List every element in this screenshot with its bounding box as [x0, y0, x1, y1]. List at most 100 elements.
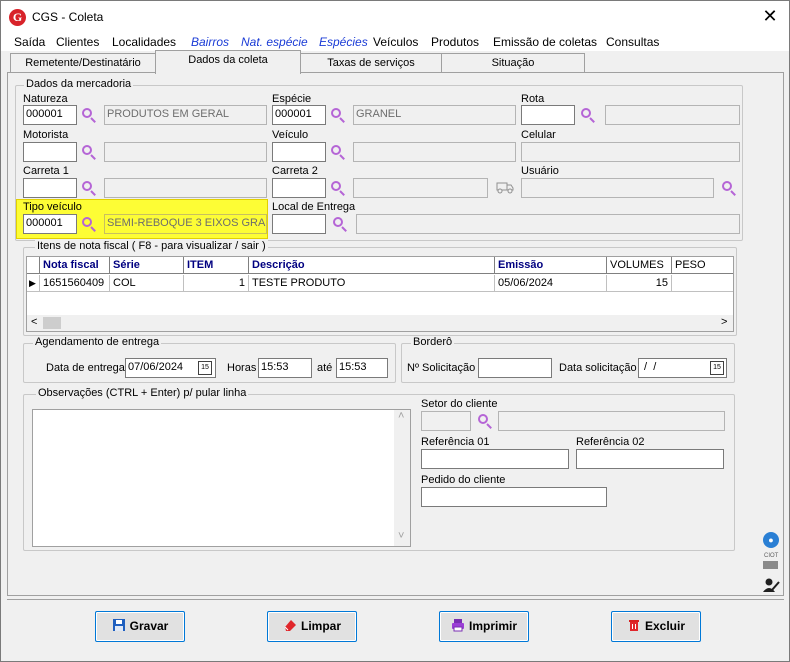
itens-horizontal-scrollbar[interactable]: < > — [27, 315, 733, 331]
itens-grid[interactable]: Nota fiscal Série ITEM Descrição Emissão… — [26, 256, 734, 332]
solicitacao-label: Nº Solicitação — [407, 362, 476, 374]
agendamento-group-title: Agendamento de entrega — [33, 336, 162, 348]
ciot-card-icon[interactable] — [763, 561, 778, 569]
menu-clientes[interactable]: Clientes — [56, 35, 99, 49]
tab-remetente-destinatario[interactable]: Remetente/Destinatário — [10, 53, 156, 73]
itens-group-title: Itens de nota fiscal ( F8 - para visuali… — [35, 240, 268, 252]
limpar-label: Limpar — [300, 619, 341, 633]
row-marker-icon: ▶ — [27, 275, 40, 292]
carreta2-code-input[interactable] — [272, 178, 326, 198]
carreta1-desc-input — [104, 178, 267, 198]
imprimir-button[interactable]: Imprimir — [439, 611, 529, 642]
observacoes-vertical-scrollbar[interactable]: ˄ ˅ — [394, 410, 410, 546]
excluir-label: Excluir — [644, 619, 686, 633]
gravar-button[interactable]: Gravar — [95, 611, 185, 642]
pedido-cliente-input[interactable] — [421, 487, 607, 507]
menu-consultas[interactable]: Consultas — [606, 35, 659, 49]
natureza-code-input[interactable]: 000001 — [23, 105, 77, 125]
menu-produtos[interactable]: Produtos — [431, 35, 479, 49]
menu-bairros[interactable]: Bairros — [191, 35, 229, 49]
menu-especies[interactable]: Espécies — [319, 35, 368, 49]
setor-cliente-label: Setor do cliente — [421, 398, 498, 410]
user-edit-icon[interactable] — [762, 577, 780, 593]
close-icon[interactable]: ✕ — [759, 5, 781, 27]
tipo-veiculo-code-input[interactable]: 000001 — [23, 214, 77, 234]
local-entrega-search-icon[interactable] — [332, 216, 348, 232]
cell-peso — [672, 275, 733, 292]
observacoes-group-title: Observações (CTRL + Enter) p/ pular linh… — [36, 387, 249, 399]
tab-situacao[interactable]: Situação — [441, 53, 585, 73]
col-descricao[interactable]: Descrição — [249, 257, 495, 274]
natureza-label: Natureza — [23, 93, 68, 105]
menu-veiculos[interactable]: Veículos — [373, 35, 418, 49]
limpar-button[interactable]: Limpar — [267, 611, 357, 642]
coleta-window: G CGS - Coleta ✕ Saída Clientes Localida… — [0, 0, 790, 662]
solicitacao-input[interactable] — [478, 358, 552, 378]
ate-input[interactable]: 15:53 — [336, 358, 388, 378]
tipo-veiculo-desc-input: SEMI-REBOQUE 3 EIXOS GRAN — [104, 214, 267, 234]
referencia01-input[interactable] — [421, 449, 569, 469]
setor-cliente-desc-input — [498, 411, 725, 431]
printer-icon — [451, 619, 464, 632]
col-serie[interactable]: Série — [110, 257, 184, 274]
rota-code-input[interactable] — [521, 105, 575, 125]
data-solicitacao-calendar-icon[interactable]: 15 — [710, 361, 724, 375]
col-emissao[interactable]: Emissão — [495, 257, 607, 274]
veiculo-search-icon[interactable] — [330, 144, 346, 160]
motorista-code-input[interactable] — [23, 142, 77, 162]
horas-label: Horas — [227, 362, 257, 374]
tab-taxas-de-servicos[interactable]: Taxas de serviços — [300, 53, 442, 73]
celular-input — [521, 142, 740, 162]
col-peso[interactable]: PESO — [672, 257, 733, 274]
setor-cliente-search-icon[interactable] — [477, 413, 493, 429]
tipo-veiculo-label: Tipo veículo — [23, 201, 82, 213]
tipo-veiculo-search-icon[interactable] — [81, 216, 97, 232]
trash-icon — [628, 620, 639, 631]
natureza-search-icon[interactable] — [81, 107, 97, 123]
veiculo-label: Veículo — [272, 129, 309, 141]
cell-descricao: TESTE PRODUTO — [249, 275, 495, 292]
usuario-search-icon[interactable] — [721, 180, 737, 196]
observacoes-textarea[interactable]: ˄ ˅ — [32, 409, 411, 547]
menu-emissao-coletas[interactable]: Emissão de coletas — [493, 35, 597, 49]
carreta1-code-input[interactable] — [23, 178, 77, 198]
col-volumes[interactable]: VOLUMES — [607, 257, 672, 274]
motorista-desc-input — [104, 142, 267, 162]
horas-input[interactable]: 15:53 — [258, 358, 312, 378]
especie-desc-input: GRANEL — [353, 105, 516, 125]
local-entrega-code-input[interactable] — [272, 214, 326, 234]
excluir-button[interactable]: Excluir — [611, 611, 701, 642]
col-nota-fiscal[interactable]: Nota fiscal — [40, 257, 110, 274]
referencia02-input[interactable] — [576, 449, 724, 469]
carreta2-search-icon[interactable] — [330, 180, 346, 196]
mercadoria-group-title: Dados da mercadoria — [24, 78, 134, 90]
truck-icon[interactable] — [496, 180, 514, 194]
scroll-left-icon[interactable]: < — [31, 316, 37, 328]
menu-localidades[interactable]: Localidades — [112, 35, 176, 49]
scroll-right-icon[interactable]: > — [721, 316, 727, 328]
app-logo-icon: G — [9, 9, 26, 26]
bottom-divider — [7, 599, 784, 600]
veiculo-code-input[interactable] — [272, 142, 326, 162]
natureza-desc-input: PRODUTOS EM GERAL — [104, 105, 267, 125]
local-entrega-desc-input — [356, 214, 740, 234]
veiculo-desc-input — [353, 142, 516, 162]
data-entrega-calendar-icon[interactable]: 15 — [198, 361, 212, 375]
menu-nat-especie[interactable]: Nat. espécie — [241, 35, 308, 49]
tab-dados-da-coleta[interactable]: Dados da coleta — [155, 50, 301, 74]
rota-search-icon[interactable] — [580, 107, 596, 123]
scroll-up-icon[interactable]: ˄ — [398, 410, 404, 422]
menu-saida[interactable]: Saída — [14, 35, 45, 49]
carreta2-label: Carreta 2 — [272, 165, 318, 177]
col-item[interactable]: ITEM — [184, 257, 249, 274]
motorista-search-icon[interactable] — [81, 144, 97, 160]
especie-search-icon[interactable] — [330, 107, 346, 123]
globe-icon[interactable]: ● — [763, 532, 779, 548]
scroll-down-icon[interactable]: ˅ — [398, 530, 404, 542]
especie-code-input[interactable]: 000001 — [272, 105, 326, 125]
rota-label: Rota — [521, 93, 545, 105]
scroll-thumb[interactable] — [43, 317, 61, 329]
carreta1-search-icon[interactable] — [81, 180, 97, 196]
grid-indicator-header — [27, 257, 40, 274]
cell-emissao: 05/06/2024 — [495, 275, 607, 292]
